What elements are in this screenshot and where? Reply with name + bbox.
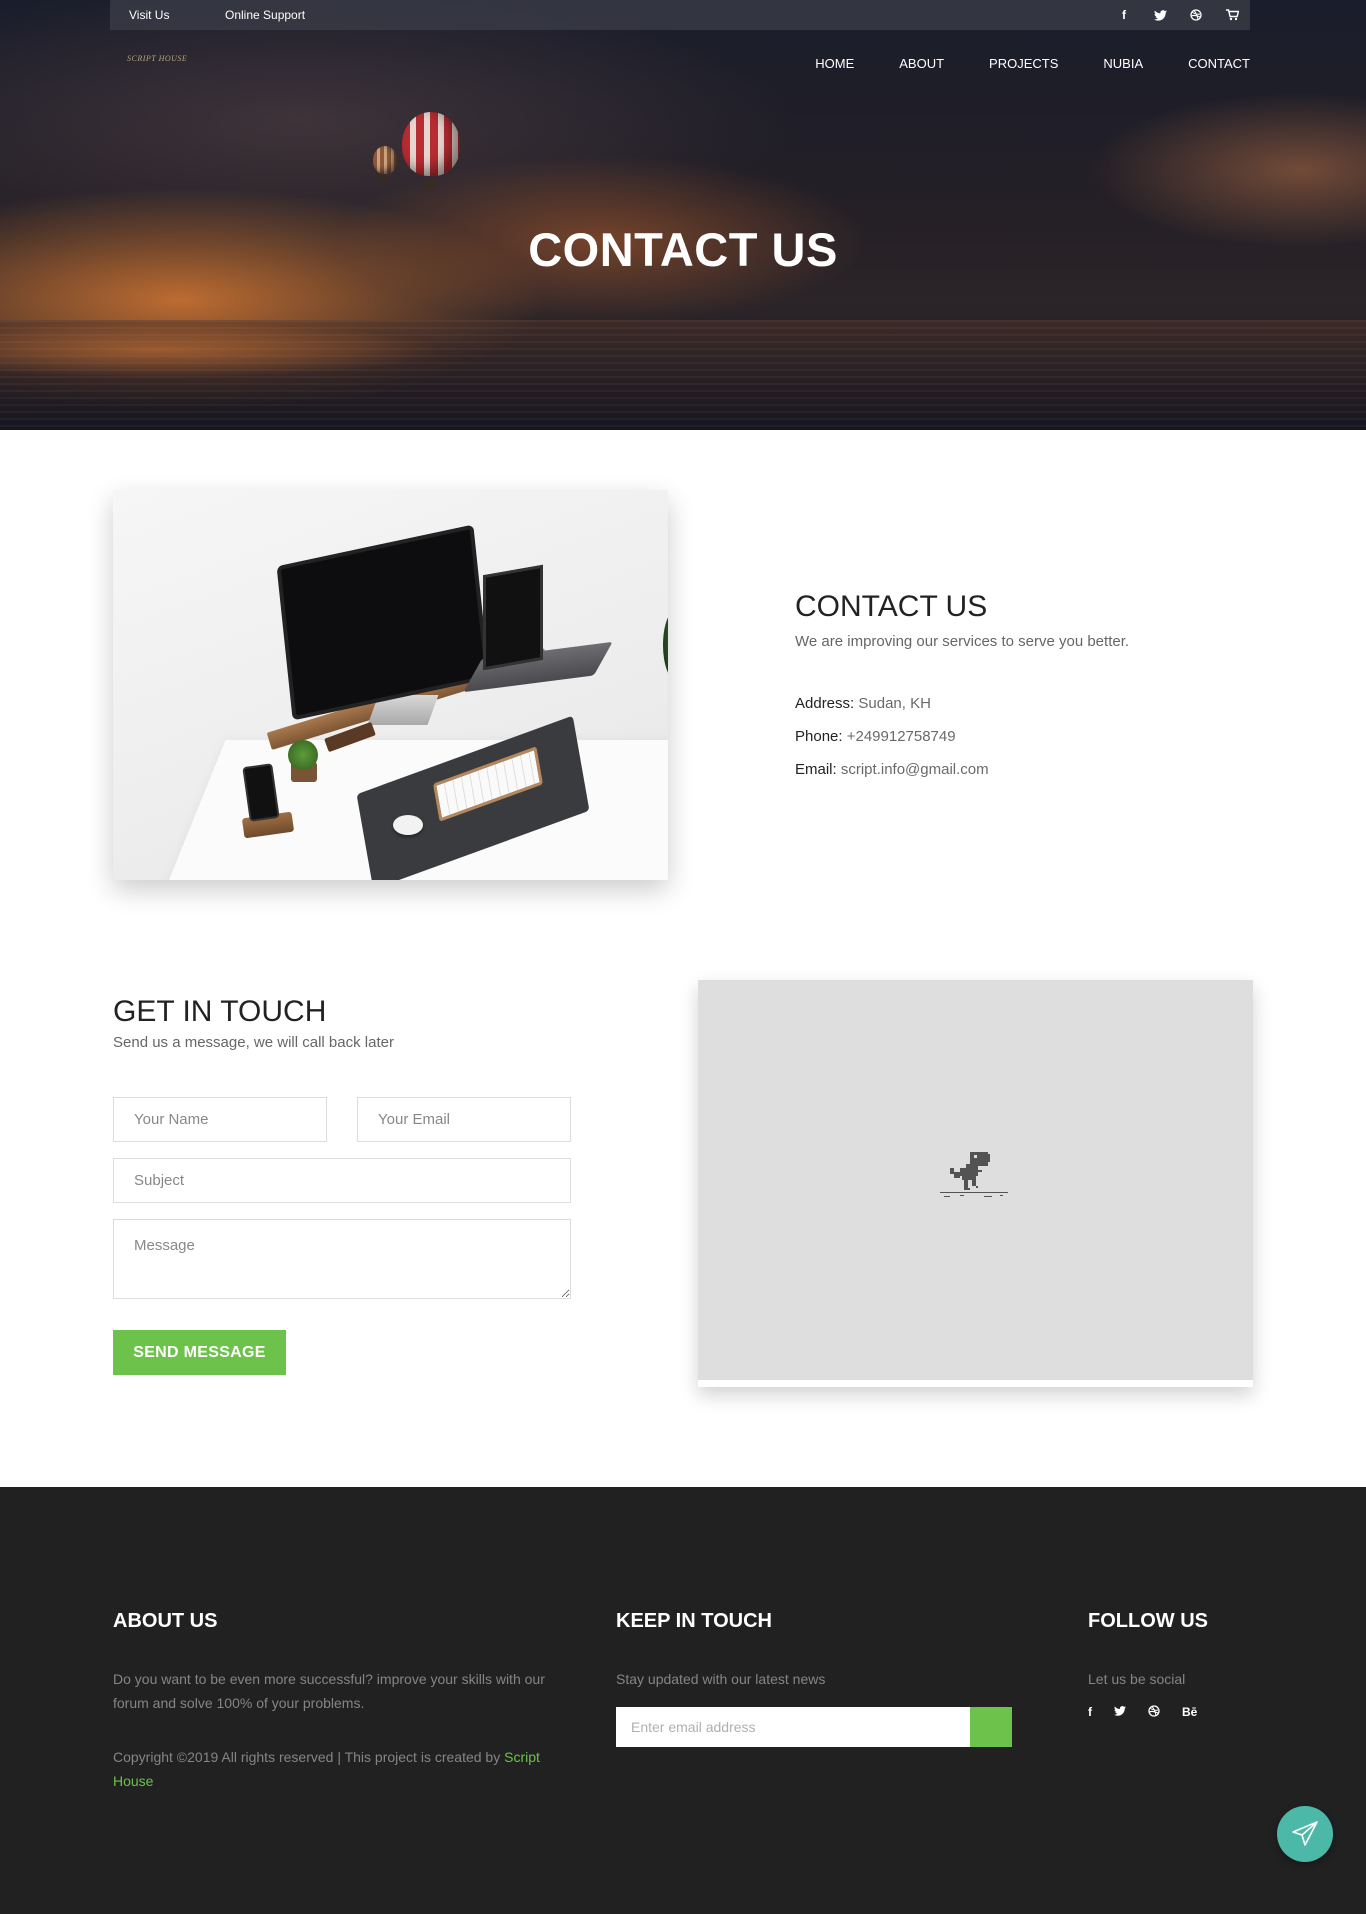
send-message-button[interactable]: SEND MESSAGE <box>113 1330 286 1375</box>
email-line: Email: script.info@gmail.com <box>795 761 989 778</box>
top-bar: Visit Us Online Support f <box>110 0 1250 30</box>
nav-item-projects[interactable]: PROJECTS <box>989 56 1058 71</box>
footer-copyright: Copyright ©2019 All rights reserved | Th… <box>113 1745 563 1793</box>
nav-item-about[interactable]: ABOUT <box>899 56 944 71</box>
photo-plant <box>663 610 668 680</box>
footer-keep-heading: KEEP IN TOUCH <box>616 1610 772 1632</box>
offline-dino-icon <box>940 1152 1008 1197</box>
footer-follow-text: Let us be social <box>1088 1671 1186 1687</box>
online-support-link[interactable]: Online Support <box>225 8 305 22</box>
phone-label: Phone: <box>795 728 843 745</box>
message-textarea[interactable] <box>113 1219 571 1299</box>
copyright-text: Copyright ©2019 All rights reserved | Th… <box>113 1749 505 1765</box>
map-placeholder <box>698 980 1253 1380</box>
workspace-photo <box>113 490 668 880</box>
get-in-touch-heading: GET IN TOUCH <box>113 995 327 1028</box>
cart-icon[interactable] <box>1214 0 1250 30</box>
balloon-basket-small <box>382 176 387 181</box>
email-input[interactable] <box>357 1097 571 1142</box>
twitter-icon[interactable] <box>1142 0 1178 30</box>
brand-logo[interactable]: SCRIPT HOUSE <box>127 54 187 63</box>
visit-us-link[interactable]: Visit Us <box>129 8 169 22</box>
nav-item-nubia[interactable]: NUBIA <box>1103 56 1143 71</box>
address-value: Sudan, KH <box>858 695 931 712</box>
main-nav: HOME ABOUT PROJECTS NUBIA CONTACT <box>770 56 1250 71</box>
hero-banner: Visit Us Online Support f SCRIPT HOUSE H… <box>0 0 1366 430</box>
twitter-icon[interactable] <box>1114 1705 1126 1720</box>
dribbble-icon[interactable] <box>1148 1705 1160 1720</box>
facebook-icon[interactable]: f <box>1106 0 1142 30</box>
email-label: Email: <box>795 761 837 778</box>
balloon-basket <box>426 182 435 190</box>
nav-item-contact[interactable]: CONTACT <box>1188 56 1250 71</box>
hot-air-balloon-small-image <box>373 146 397 174</box>
map-embed[interactable] <box>698 980 1253 1387</box>
footer-social: f Bē <box>1088 1705 1219 1720</box>
photo-mouse <box>393 815 423 835</box>
contact-subtitle: We are improving our services to serve y… <box>795 633 1130 650</box>
phone-value[interactable]: +249912758749 <box>847 728 956 745</box>
contact-heading: CONTACT US <box>795 590 988 623</box>
page-title: CONTACT US <box>528 223 838 276</box>
address-line: Address: Sudan, KH <box>795 695 931 712</box>
site-footer: ABOUT US Do you want to be even more suc… <box>0 1487 1366 1914</box>
footer-follow-heading: FOLLOW US <box>1088 1610 1208 1632</box>
topbar-social: f <box>1106 0 1250 30</box>
photo-laptop-screen <box>483 564 543 671</box>
behance-icon[interactable]: Bē <box>1182 1705 1197 1720</box>
footer-about-heading: ABOUT US <box>113 1610 218 1632</box>
send-chat-button[interactable] <box>1277 1806 1333 1862</box>
paper-plane-icon <box>1292 1821 1318 1846</box>
address-label: Address: <box>795 695 855 712</box>
hot-air-balloon-image <box>402 112 460 176</box>
newsletter-email-input[interactable] <box>616 1707 970 1747</box>
get-in-touch-subtitle: Send us a message, we will call back lat… <box>113 1034 394 1051</box>
newsletter-submit-button[interactable] <box>970 1707 1012 1747</box>
nav-item-home[interactable]: HOME <box>815 56 854 71</box>
photo-cactus <box>288 740 318 770</box>
subject-input[interactable] <box>113 1158 571 1203</box>
name-input[interactable] <box>113 1097 327 1142</box>
hero-water <box>0 320 1366 430</box>
facebook-icon[interactable]: f <box>1088 1705 1092 1720</box>
dribbble-icon[interactable] <box>1178 0 1214 30</box>
footer-about-text: Do you want to be even more successful? … <box>113 1671 545 1711</box>
footer-keep-text: Stay updated with our latest news <box>616 1671 826 1687</box>
email-value[interactable]: script.info@gmail.com <box>841 761 989 778</box>
phone-line: Phone: +249912758749 <box>795 728 956 745</box>
